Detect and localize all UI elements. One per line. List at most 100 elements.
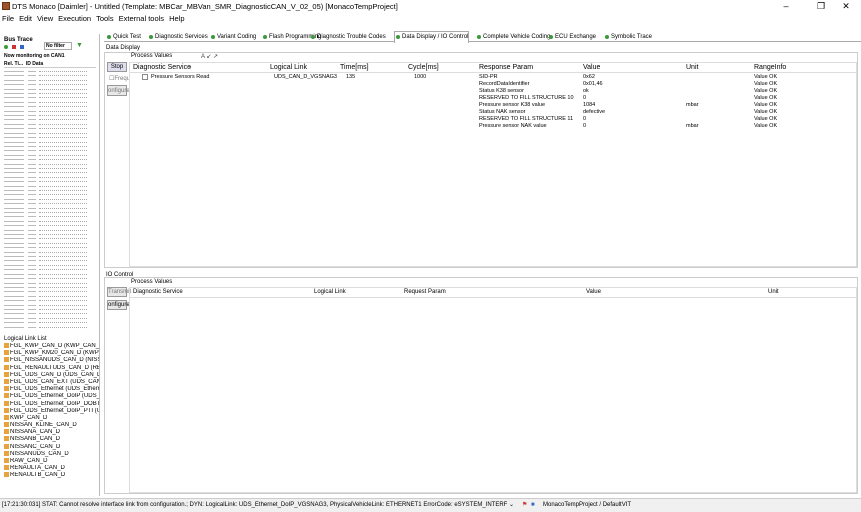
- col-diagnostic-service[interactable]: Diagnostic Service: [133, 64, 191, 71]
- menu-external-tools[interactable]: External tools: [117, 13, 167, 23]
- response-range-cell: Value OK: [754, 88, 778, 94]
- logical-link-item[interactable]: NISSANB_CAN_D: [4, 436, 99, 443]
- col-unit[interactable]: Unit: [686, 64, 698, 71]
- warning-icon: ⚑: [522, 502, 528, 508]
- service-cell[interactable]: Pressure Sensors Read: [151, 74, 209, 80]
- response-unit-cell: mbar: [686, 123, 699, 129]
- play-icon[interactable]: [4, 45, 8, 49]
- col-data[interactable]: Data: [32, 61, 43, 67]
- logical-link-item[interactable]: FGL_KWP_CAN_D (KWP_CAN_D): [4, 343, 99, 350]
- left-panel: Bus Trace No filter ▼ Now monitoring on …: [2, 34, 100, 496]
- bus-trace-row: [4, 82, 97, 86]
- logical-link-item[interactable]: FGL_NISSANUDS_CAN_D (NISSANUDS_CAN_D): [4, 357, 99, 364]
- io-col-request-param[interactable]: Request Param: [404, 289, 446, 295]
- tab-data-display-io-control[interactable]: Data Display / IO Control: [394, 31, 470, 43]
- logical-link-item[interactable]: NISSANUDS_CAN_D: [4, 450, 99, 458]
- logical-link-item[interactable]: RENAULTA_CAN_D: [4, 465, 99, 472]
- filter-select[interactable]: No filter: [44, 42, 72, 50]
- bus-trace-row: [4, 157, 97, 161]
- tab-diagnostic-trouble-codes[interactable]: Diagnostic Trouble Codes: [310, 32, 386, 42]
- logical-link-item[interactable]: FGL_UDS_CAN_D (UDS_CAN_D): [4, 371, 99, 379]
- menu-help[interactable]: Help: [167, 13, 187, 23]
- logical-link-label: RENAULTA_CAN_D: [10, 465, 65, 472]
- col-value[interactable]: Value: [583, 64, 600, 71]
- menu-tools[interactable]: Tools: [94, 13, 117, 23]
- logical-link-item[interactable]: FGL_UDS_CAN_EXT (UDS_CAN_EXT): [4, 378, 99, 386]
- transmit-button[interactable]: Transmit: [107, 287, 131, 297]
- stop-button[interactable]: Stop: [107, 62, 127, 72]
- logical-link-item[interactable]: FGL_RENAULTUDS_CAN_D (RENAULTUDS_CAN_D): [4, 364, 99, 372]
- tab-diagnostic-services[interactable]: Diagnostic Services: [148, 32, 208, 42]
- logical-link-list[interactable]: FGL_KWP_CAN_D (KWP_CAN_D) FGL_KWP_KM20_CA…: [4, 343, 99, 488]
- logical-link-item[interactable]: RAW_CAN_D: [4, 458, 99, 465]
- tab-quick-test[interactable]: Quick Test: [106, 32, 141, 42]
- logical-link-label: FGL_UDS_Ethernet_DoIP_PTI (UDS_Ethernet_…: [10, 407, 99, 414]
- logical-link-item[interactable]: NISSAN_KLINE_CAN_D: [4, 422, 99, 429]
- data-display-title: Data Display: [106, 45, 141, 51]
- response-param-cell: Pressure sensor K38 value: [479, 102, 546, 108]
- io-header-divider: [130, 297, 856, 298]
- configure-button[interactable]: onfigure: [107, 85, 130, 96]
- link-icon: [4, 429, 9, 435]
- bus-trace-row: [4, 298, 97, 302]
- col-range-info[interactable]: RangeInfo: [754, 64, 786, 71]
- bus-trace-toolbar[interactable]: [4, 44, 44, 50]
- logical-link-item[interactable]: RENAULTB_CAN_D: [4, 472, 99, 479]
- logical-link-label: FGL_RENAULTUDS_CAN_D (RENAULTUDS_CAN_D): [10, 364, 99, 371]
- project-icon: ■: [531, 502, 535, 508]
- response-value-cell: 1084: [583, 102, 596, 108]
- logical-link-item[interactable]: NISSANA_CAN_D: [4, 429, 99, 436]
- menu-execution[interactable]: Execution: [56, 13, 94, 23]
- col-rel-time[interactable]: Rel. Ti...: [4, 61, 23, 67]
- row-checkbox[interactable]: [142, 74, 148, 80]
- io-col-logical-link[interactable]: Logical Link: [314, 289, 346, 295]
- io-col-unit[interactable]: Unit: [768, 289, 779, 295]
- logical-link-item[interactable]: FGL_UDS_Ethernet_DoIP (UDS_Ethernet_DoIP…: [4, 393, 99, 400]
- logical-link-list-title: Logical Link List: [4, 336, 47, 342]
- stop-icon[interactable]: [11, 45, 16, 49]
- col-logical-link[interactable]: Logical Link: [270, 64, 307, 71]
- io-control-panel: Process Values Transmit onfigure Diagnos…: [104, 277, 858, 494]
- link-icon: [4, 465, 9, 471]
- link-icon: [4, 414, 9, 420]
- logical-link-item[interactable]: FGL_UDS_Ethernet (UDS_Ethernet): [4, 386, 99, 393]
- tab-symbolic-trace[interactable]: Symbolic Trace: [604, 32, 652, 42]
- response-range-cell: Value OK: [754, 123, 778, 129]
- link-icon: [4, 343, 9, 348]
- response-value-cell: 0: [583, 123, 587, 129]
- tab-complete-vehicle-coding[interactable]: Complete Vehicle Coding: [476, 32, 550, 42]
- io-col-diagnostic-service[interactable]: Diagnostic Service: [133, 289, 183, 295]
- menu-file[interactable]: File: [0, 13, 17, 23]
- menu-edit[interactable]: Edit: [17, 13, 35, 23]
- logical-link-item[interactable]: FGL_UDS_Ethernet_DoIP_PTI (UDS_Ethernet_…: [4, 407, 99, 415]
- bus-trace-row: [4, 329, 97, 331]
- link-icon: [4, 364, 9, 370]
- frequency-checkbox[interactable]: ☐Frequ: [109, 75, 130, 82]
- status-dropdown-icon[interactable]: ⌄: [509, 499, 514, 512]
- minimize-button[interactable]: –: [771, 0, 801, 13]
- filter-icon[interactable]: ▼: [76, 42, 83, 49]
- sort-icon[interactable]: ⌄: [188, 64, 192, 70]
- frequency-label: Frequ: [114, 76, 131, 82]
- logical-link-label: KWP_CAN_D: [10, 414, 48, 421]
- menu-bar: File Edit View Execution Tools External tools…: [0, 13, 861, 24]
- col-cycle[interactable]: Cycle[ms]: [408, 64, 439, 71]
- col-id[interactable]: ID: [26, 61, 31, 67]
- link-icon: [4, 472, 9, 478]
- logical-link-item[interactable]: NISSANC_CAN_D: [4, 443, 99, 451]
- close-button[interactable]: ✕: [831, 0, 861, 13]
- tab-variant-coding[interactable]: Variant Coding: [210, 32, 256, 42]
- logical-link-item[interactable]: FGL_KWP_KM20_CAN_D (KWP_KM20_CAN_D): [4, 350, 99, 357]
- logical-link-item[interactable]: KWP_CAN_D: [4, 414, 99, 422]
- link-icon: [4, 400, 9, 406]
- logical-link-item[interactable]: FGL_UDS_Ethernet_DoIP_DOBT (UDS_Ethernet…: [4, 400, 99, 408]
- toolbar-icons[interactable]: A ↙ ↗: [201, 53, 218, 60]
- save-icon[interactable]: [19, 45, 24, 49]
- menu-view[interactable]: View: [35, 13, 56, 23]
- response-range-cell: Value OK: [754, 102, 778, 108]
- col-response-param[interactable]: Response Param: [479, 64, 533, 71]
- io-col-value[interactable]: Value: [586, 289, 601, 295]
- col-time[interactable]: Time[ms]: [340, 64, 369, 71]
- tab-ecu-exchange[interactable]: ECU Exchange: [548, 32, 596, 42]
- io-configure-button[interactable]: onfigure: [107, 300, 130, 310]
